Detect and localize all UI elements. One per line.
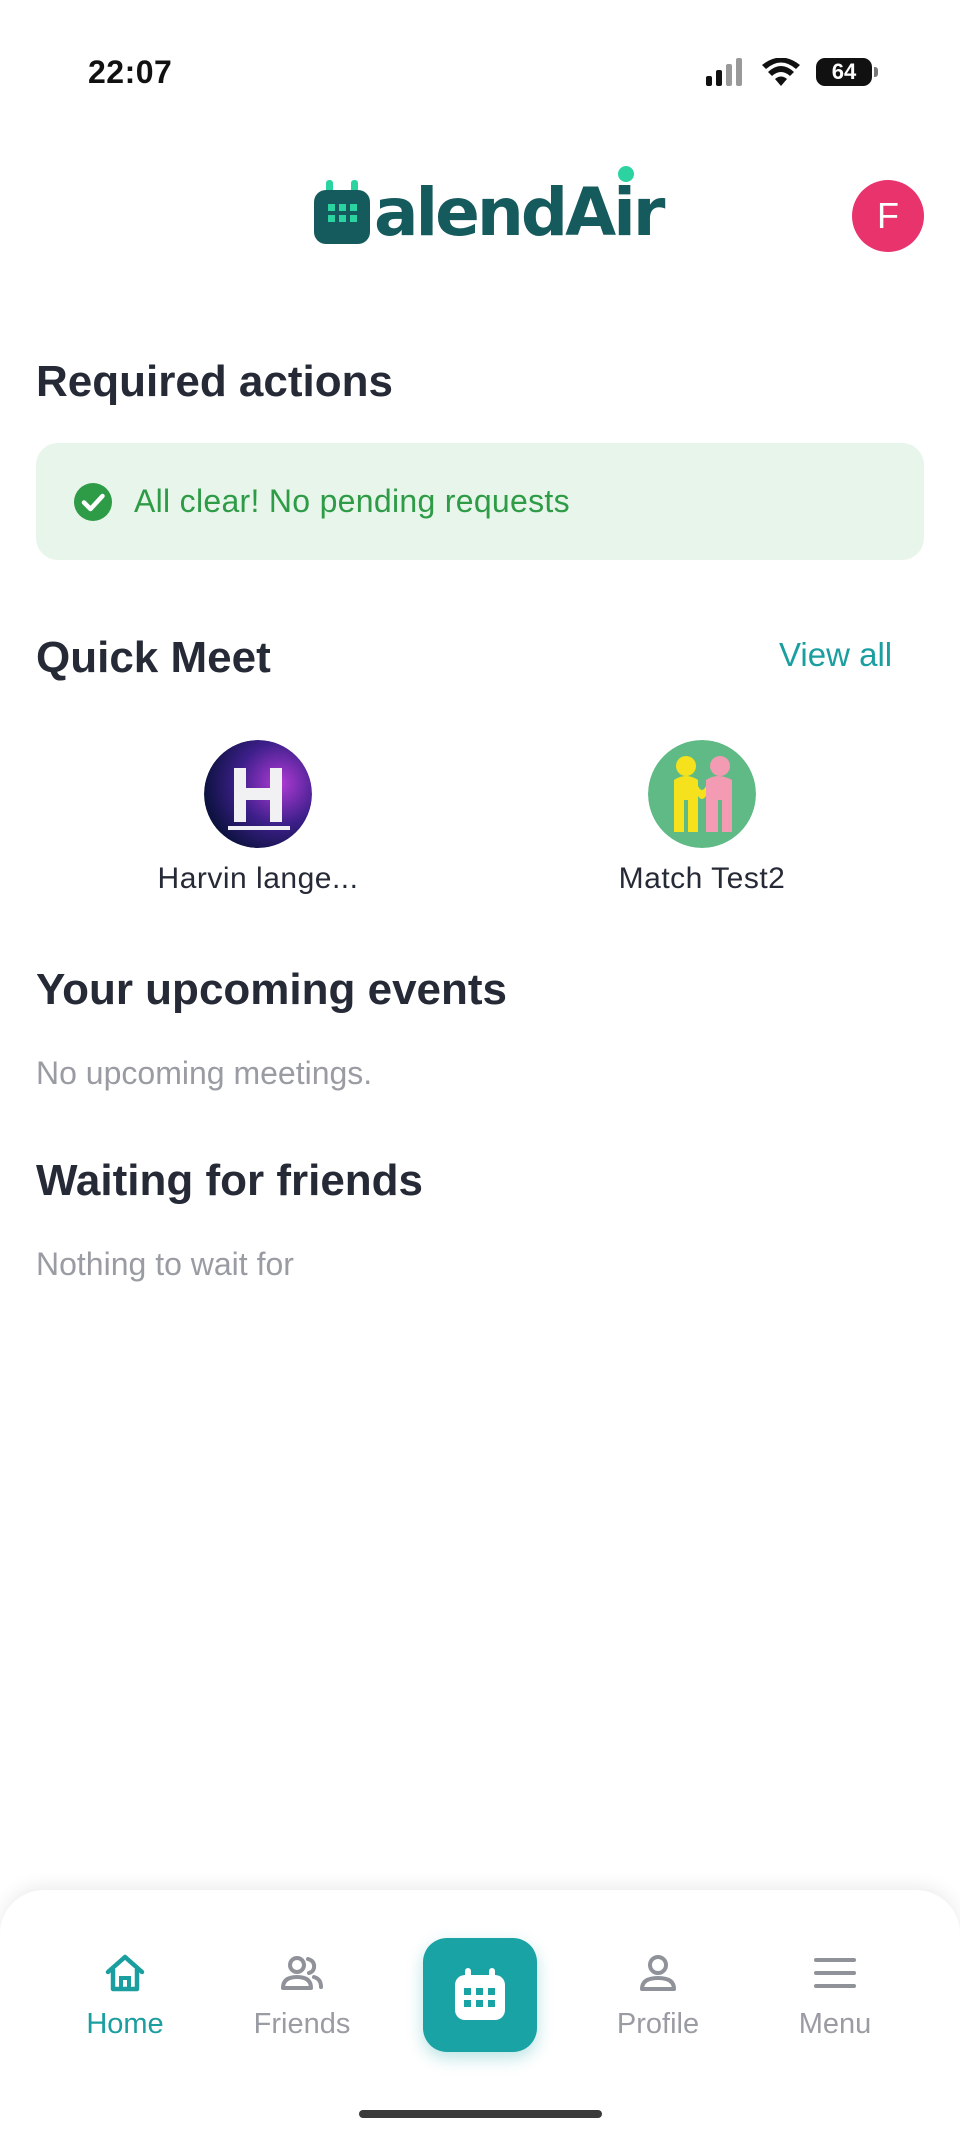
waiting-for-friends-title: Waiting for friends [36,1156,424,1205]
all-clear-alert: All clear! No pending requests [36,443,924,560]
battery-nub [874,67,878,77]
view-all-link[interactable]: View all [779,636,892,674]
logo-calendar-icon [314,180,370,244]
home-indicator [359,2110,602,2118]
nav-home-label: Home [86,2008,164,2040]
quick-meet-avatar [648,740,756,848]
logo-text-label: alendAir [374,174,665,251]
nav-profile-label: Profile [616,2008,700,2040]
menu-icon [814,1958,856,1988]
battery-indicator: 64 [816,58,878,86]
app-logo: alendAir [312,166,665,246]
status-time: 22:07 [88,54,173,90]
quick-meet-person-harvin[interactable]: Harvin lange... [128,740,388,896]
user-avatar[interactable]: F [852,180,924,252]
friends-icon [281,1956,323,1990]
nav-menu[interactable]: Menu [755,1950,915,2041]
quick-meet-avatar [204,740,312,848]
cellular-signal-icon [706,58,742,86]
nothing-to-wait-text: Nothing to wait for [36,1246,294,1282]
user-avatar-initial: F [877,195,899,236]
nav-profile[interactable]: Profile [578,1950,738,2041]
logo-text: alendAir [374,166,665,246]
status-icons: 64 [706,58,878,86]
quick-meet-name: Match Test2 [618,862,786,895]
required-actions-title: Required actions [36,357,393,406]
quick-meet-name: Harvin lange... [157,862,359,895]
profile-icon [640,1955,676,1991]
calendar-fab-button[interactable] [423,1938,537,2052]
check-circle-icon [74,482,112,521]
nav-friends[interactable]: Friends [222,1950,382,2041]
upcoming-events-title: Your upcoming events [36,965,508,1014]
alert-text: All clear! No pending requests [134,483,570,519]
nav-menu-label: Menu [798,2008,872,2040]
calendar-icon [455,1968,505,2020]
quick-meet-person-match[interactable]: Match Test2 [572,740,832,896]
status-bar: 22:07 64 [0,0,960,150]
wifi-icon [762,58,800,86]
battery-level: 64 [831,59,857,84]
no-upcoming-text: No upcoming meetings. [36,1055,373,1091]
nav-friends-label: Friends [253,2008,351,2040]
home-icon [105,1954,145,1992]
bottom-nav: Home Friends Profile Menu [0,1890,960,2142]
nav-home[interactable]: Home [45,1950,205,2041]
quick-meet-title: Quick Meet [36,633,271,682]
app-header: alendAir F [0,166,960,270]
